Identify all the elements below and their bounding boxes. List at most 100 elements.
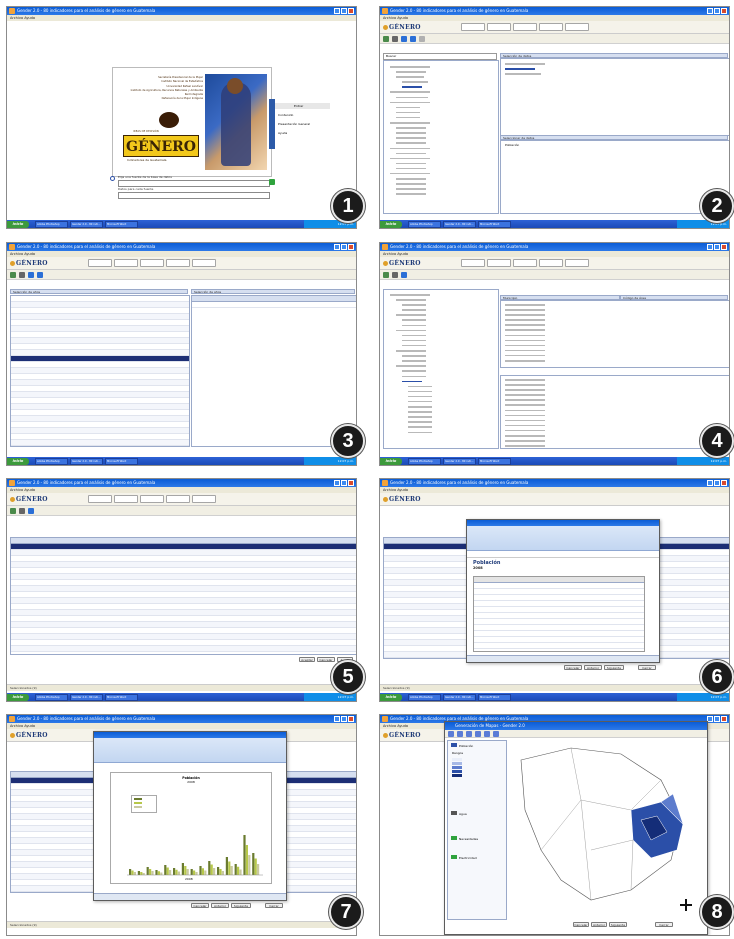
nav-tab[interactable] — [87, 259, 112, 267]
nav-tab[interactable] — [139, 259, 164, 267]
close-button[interactable] — [721, 8, 727, 14]
print-icon[interactable] — [392, 271, 398, 278]
menu-item-enter[interactable]: Entrar — [274, 103, 330, 109]
task-item[interactable]: Microsoft Word — [105, 220, 138, 228]
years-list[interactable] — [10, 295, 190, 447]
cancel-button[interactable]: Cancelar — [564, 665, 582, 670]
print-icon[interactable] — [392, 35, 398, 42]
minimize-button[interactable] — [334, 8, 340, 14]
next-button[interactable]: Siguiente — [231, 903, 251, 908]
task-item[interactable]: Adobe Photoshop — [408, 220, 441, 228]
task-item[interactable]: Adobe Photoshop — [35, 457, 68, 465]
cancel-button[interactable]: Cancelar — [573, 922, 589, 927]
start-button[interactable]: Inicio — [380, 457, 402, 465]
close-button[interactable] — [348, 480, 354, 486]
back-icon[interactable] — [383, 271, 389, 278]
municipality-list[interactable] — [500, 300, 729, 368]
nav-tab[interactable] — [191, 259, 216, 267]
nav-tab[interactable] — [113, 495, 138, 503]
maximize-button[interactable] — [714, 244, 720, 250]
years-selected-list[interactable] — [191, 295, 356, 447]
task-item[interactable]: Gender 2.0 - 80 indi... — [70, 457, 103, 465]
refresh-icon[interactable] — [28, 271, 34, 278]
task-item[interactable]: Gender 2.0 - 80 indi... — [443, 457, 476, 465]
close-button[interactable] — [721, 480, 727, 486]
nav-tab[interactable] — [538, 23, 563, 31]
previous-button[interactable]: Anterior — [591, 922, 607, 927]
filter-icon[interactable] — [419, 35, 425, 42]
maximize-button[interactable] — [341, 716, 347, 722]
nav-tab[interactable] — [564, 23, 589, 31]
results-table[interactable] — [10, 537, 356, 655]
department-map[interactable] — [511, 740, 703, 918]
geo-tree[interactable] — [383, 289, 499, 449]
next-button[interactable]: Siguiente — [609, 922, 627, 927]
nav-tab[interactable] — [113, 259, 138, 267]
layer-item[interactable]: Agua — [448, 809, 506, 818]
layer-item[interactable]: Necesidades — [448, 834, 506, 843]
minimize-button[interactable] — [707, 244, 713, 250]
zoom-out-icon[interactable] — [457, 730, 463, 737]
maximize-button[interactable] — [714, 8, 720, 14]
tree-search[interactable]: Buscar — [383, 53, 497, 60]
measure-icon[interactable] — [493, 730, 499, 737]
source-input[interactable] — [118, 180, 270, 187]
nav-tab[interactable] — [512, 259, 537, 267]
nav-tab[interactable] — [139, 495, 164, 503]
minimize-button[interactable] — [707, 480, 713, 486]
zoom-in-icon[interactable] — [448, 730, 454, 737]
task-item[interactable]: Adobe Photoshop — [408, 693, 441, 701]
task-item[interactable]: Gender 2.0 - 80 indi... — [443, 220, 476, 228]
previous-button[interactable]: Anterior — [584, 665, 602, 670]
accept-button[interactable]: Aceptar — [299, 657, 315, 662]
close-button[interactable] — [348, 8, 354, 14]
ribbon[interactable] — [94, 738, 286, 763]
task-item[interactable]: Gender 2.0 - 80 indi... — [443, 693, 476, 701]
task-item[interactable]: Adobe Photoshop — [408, 457, 441, 465]
pan-icon[interactable] — [466, 730, 472, 737]
back-icon[interactable] — [383, 35, 389, 42]
nav-tab[interactable] — [165, 259, 190, 267]
forward-icon[interactable] — [410, 35, 416, 42]
print-icon[interactable] — [19, 507, 25, 514]
task-item[interactable]: Microsoft Word — [478, 693, 511, 701]
nav-tab[interactable] — [87, 495, 112, 503]
path-input[interactable] — [118, 192, 270, 199]
start-button[interactable]: Inicio — [7, 457, 29, 465]
nav-tab[interactable] — [460, 259, 485, 267]
ribbon[interactable] — [467, 526, 659, 551]
refresh-icon[interactable] — [28, 507, 34, 514]
nav-tab[interactable] — [486, 23, 511, 31]
start-button[interactable]: Inicio — [380, 693, 402, 701]
cancel-button[interactable]: Cancelar — [317, 657, 335, 662]
sheet-table[interactable] — [473, 576, 645, 652]
close-button[interactable] — [721, 244, 727, 250]
task-item[interactable]: Microsoft Word — [105, 693, 138, 701]
nav-tab[interactable] — [191, 495, 216, 503]
info-icon[interactable] — [484, 730, 490, 737]
previous-button[interactable]: Anterior — [211, 903, 229, 908]
maximize-button[interactable] — [714, 716, 720, 722]
cancel-button[interactable]: Cancelar — [191, 903, 209, 908]
menu-item-presentation[interactable]: Presentación General — [274, 121, 330, 127]
nav-tab[interactable] — [564, 259, 589, 267]
refresh-icon[interactable] — [401, 271, 407, 278]
task-item[interactable]: Adobe Photoshop — [35, 693, 68, 701]
layer-item[interactable]: Población — [448, 741, 506, 750]
menu-item-contents[interactable]: Contenido — [274, 112, 330, 118]
go-button[interactable] — [269, 179, 275, 185]
task-item[interactable]: Gender 2.0 - 80 indi... — [70, 693, 103, 701]
nav-tab[interactable] — [486, 259, 511, 267]
refresh-icon[interactable] — [401, 35, 407, 42]
task-item[interactable]: Microsoft Word — [105, 457, 138, 465]
nav-tab[interactable] — [460, 23, 485, 31]
minimize-button[interactable] — [707, 8, 713, 14]
minimize-button[interactable] — [334, 480, 340, 486]
nav-tab[interactable] — [165, 495, 190, 503]
municipality-selected-list[interactable] — [500, 375, 729, 449]
close-dialog-button[interactable]: Cerrar — [638, 665, 656, 670]
close-dialog-button[interactable]: Cerrar — [265, 903, 283, 908]
maximize-button[interactable] — [341, 8, 347, 14]
back-icon[interactable] — [10, 271, 16, 278]
data-item[interactable]: Población — [501, 141, 729, 149]
